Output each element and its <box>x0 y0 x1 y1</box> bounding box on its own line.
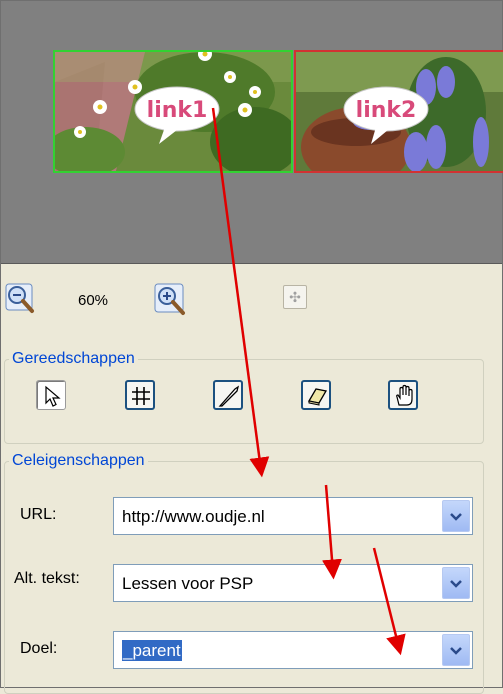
alt-text-label: Alt. tekst: <box>14 570 80 587</box>
grid-icon <box>132 387 150 405</box>
zoom-value: 60% <box>78 292 109 309</box>
tools-panel-title: Gereedschappen <box>12 350 135 367</box>
chevron-down-icon <box>450 647 462 655</box>
hotspot-label-link1: link1 <box>147 98 208 123</box>
zoom-toolbar: 60% ✣ <box>0 280 503 320</box>
url-combobox[interactable]: http://www.oudje.nl <box>113 497 473 535</box>
hotspot-label-link2: link2 <box>356 98 417 123</box>
zoom-in-button[interactable] <box>153 282 185 315</box>
flower-photo-1: link1 <box>55 52 291 171</box>
hotspot-link1[interactable]: link1 <box>53 50 293 173</box>
image-preview[interactable]: link1 link2 <box>1 1 503 264</box>
target-value: _parent <box>122 640 182 661</box>
zoom-out-icon <box>5 283 34 313</box>
cell-properties-title: Celeigenschappen <box>12 452 145 469</box>
url-dropdown-button[interactable] <box>442 500 470 532</box>
url-label: URL: <box>20 506 57 523</box>
target-selected-text: _parent <box>122 640 182 661</box>
alt-text-dropdown-button[interactable] <box>442 567 470 599</box>
pointer-icon <box>45 385 61 407</box>
hand-icon <box>396 384 413 406</box>
alt-text-combobox[interactable]: Lessen voor PSP <box>113 564 473 602</box>
chevron-down-icon <box>450 513 462 521</box>
move-button[interactable]: ✣ <box>283 285 307 309</box>
flower-photo-2: link2 <box>296 52 503 171</box>
target-dropdown-button[interactable] <box>442 634 470 666</box>
eraser-icon <box>307 388 328 406</box>
hand-tool-button[interactable] <box>388 380 418 410</box>
hotspot-link2[interactable]: link2 <box>294 50 503 173</box>
target-label: Doel: <box>20 640 58 657</box>
knife-tool-button[interactable] <box>213 380 243 410</box>
target-combobox[interactable]: _parent <box>113 631 473 669</box>
eraser-tool-button[interactable] <box>301 380 331 410</box>
zoom-out-button[interactable] <box>4 282 34 314</box>
chevron-down-icon <box>450 580 462 588</box>
alt-text-value: Lessen voor PSP <box>122 574 254 593</box>
pointer-tool-button[interactable] <box>36 380 66 410</box>
url-value: http://www.oudje.nl <box>122 507 265 526</box>
move-icon: ✣ <box>289 289 301 305</box>
zoom-in-icon <box>154 283 185 315</box>
grid-tool-button[interactable] <box>125 380 155 410</box>
knife-icon <box>218 385 240 407</box>
